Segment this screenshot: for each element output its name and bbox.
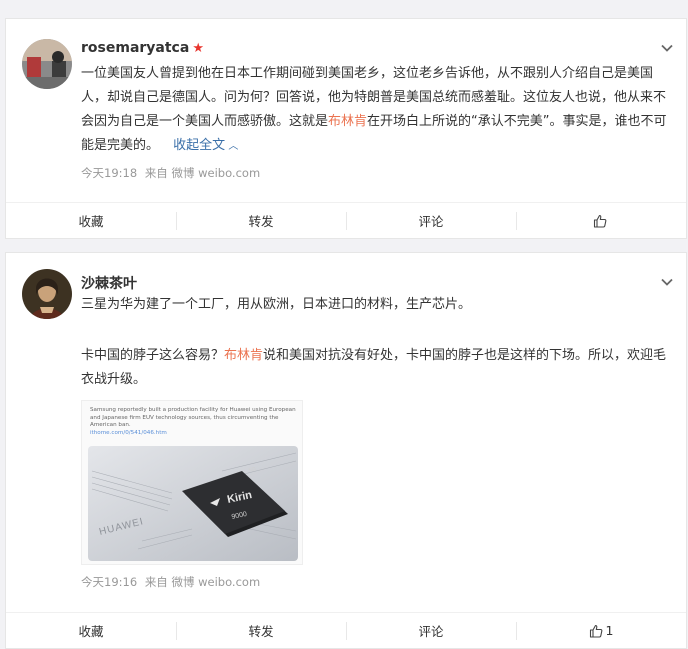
topic-link[interactable]: 布林肯: [224, 348, 263, 363]
post-time[interactable]: 今天19:18: [81, 166, 137, 180]
username[interactable]: rosemaryatca ★: [81, 40, 204, 56]
favorite-label: 收藏: [78, 214, 104, 229]
post-text: 三星为华为建了一个工厂，用从欧洲，日本进口的材料，生产芯片。: [81, 293, 676, 317]
favorite-button[interactable]: 收藏: [6, 203, 176, 238]
username-text[interactable]: rosemaryatca: [81, 40, 189, 56]
post-time[interactable]: 今天19:16: [81, 575, 137, 589]
comment-label: 评论: [418, 214, 444, 229]
repost-button[interactable]: 转发: [176, 203, 346, 238]
collapse-link[interactable]: 收起全文 ︿: [173, 138, 238, 153]
post-text: 一位美国友人曾提到他在日本工作期间碰到美国老乡，这位老乡告诉他，从不跟别人介绍自…: [81, 62, 676, 159]
post-text-segment: 卡中国的脖子这么容易？: [81, 348, 225, 363]
action-bar: 收藏 转发 评论: [6, 202, 686, 238]
post-card: 沙棘茶叶 三星为华为建了一个工厂，用从欧洲，日本进口的材料，生产芯片。 卡中国的…: [5, 252, 687, 649]
username[interactable]: 沙棘茶叶: [81, 273, 137, 293]
chip-illustration: Kirin 9000 5G HUAWEI: [88, 446, 298, 561]
like-count: 1: [605, 623, 614, 638]
favorite-label: 收藏: [78, 624, 104, 639]
thumbs-up-icon: [589, 624, 602, 638]
like-button[interactable]: 1: [516, 613, 686, 648]
comment-label: 评论: [418, 624, 444, 639]
post-image[interactable]: Samsung reportedly built a production fa…: [81, 400, 303, 565]
chevron-down-icon[interactable]: [660, 41, 674, 55]
post-source[interactable]: 来自 微博 weibo.com: [145, 575, 260, 589]
repost-button[interactable]: 转发: [176, 613, 346, 648]
thumbs-up-icon: [593, 214, 606, 228]
post-meta: 今天19:18 来自 微博 weibo.com: [81, 165, 260, 181]
chevron-up-icon: ︿: [225, 141, 239, 152]
repost-label: 转发: [248, 624, 274, 639]
favorite-button[interactable]: 收藏: [6, 613, 176, 648]
comment-button[interactable]: 评论: [346, 203, 516, 238]
avatar[interactable]: [22, 39, 72, 89]
action-bar: 收藏 转发 评论 1: [6, 612, 686, 648]
comment-button[interactable]: 评论: [346, 613, 516, 648]
vip-star-icon: ★: [192, 41, 204, 56]
post-meta: 今天19:16 来自 微博 weibo.com: [81, 574, 260, 590]
avatar[interactable]: [22, 269, 72, 319]
post-source[interactable]: 来自 微博 weibo.com: [145, 166, 260, 180]
post-card: rosemaryatca ★ 一位美国友人曾提到他在日本工作期间碰到美国老乡，这位…: [5, 18, 687, 239]
chevron-down-icon[interactable]: [660, 275, 674, 289]
post-text: 卡中国的脖子这么容易？布林肯说和美国对抗没有好处，卡中国的脖子也是这样的下场。所…: [81, 344, 676, 392]
topic-link[interactable]: 布林肯: [328, 114, 367, 129]
repost-label: 转发: [248, 214, 274, 229]
post-text-line: 三星为华为建了一个工厂，用从欧洲，日本进口的材料，生产芯片。: [81, 297, 472, 312]
username-text[interactable]: 沙棘茶叶: [81, 276, 137, 292]
like-button[interactable]: [516, 203, 686, 238]
collapse-label[interactable]: 收起全文: [173, 138, 225, 153]
